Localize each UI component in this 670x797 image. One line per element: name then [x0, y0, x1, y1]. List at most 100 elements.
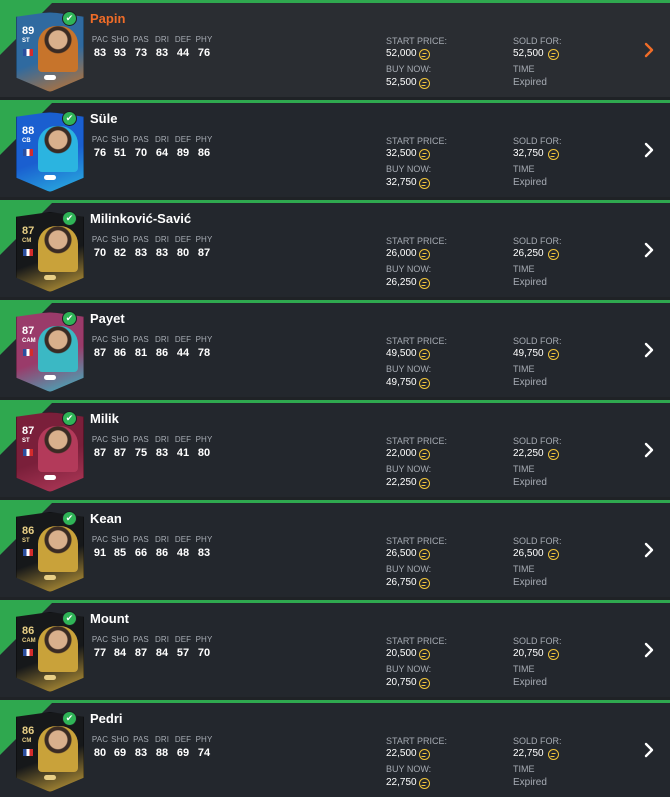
nation-flag-icon	[23, 549, 33, 556]
stat-dri: DRI 83	[152, 35, 172, 59]
stat-phy: PHY 78	[194, 335, 214, 359]
stat-pac: PAC 76	[90, 135, 110, 159]
chemistry-boot-icon	[44, 175, 56, 180]
buy-now-label: BUY NOW:	[386, 264, 432, 274]
stat-sho: SHO 69	[110, 735, 130, 759]
player-name[interactable]: Payet	[90, 311, 125, 326]
start-price-value: 52,000	[386, 48, 417, 59]
transfer-item[interactable]: 86 CM ✔ Pedri PAC 80 SHO 69 PAS 83 DRI 88 DEF 69 PHY 74…	[0, 700, 670, 797]
stat-dri: DRI 86	[152, 535, 172, 559]
stat-value: 86	[155, 347, 169, 359]
start-price-label: START PRICE:	[386, 536, 448, 546]
stat-phy: PHY 86	[194, 135, 214, 159]
card-rating: 87	[22, 225, 35, 237]
stat-pas: PAS 73	[131, 35, 151, 59]
stat-pac: PAC 70	[90, 235, 110, 259]
check-icon: ✔	[62, 611, 77, 626]
sold-for-label: SOLD FOR:	[513, 636, 562, 646]
stat-value: 44	[176, 347, 190, 359]
coin-icon	[548, 49, 559, 60]
stat-sho: SHO 84	[110, 635, 130, 659]
stat-sho: SHO 82	[110, 235, 130, 259]
chevron-right-icon[interactable]	[643, 41, 655, 59]
check-icon: ✔	[62, 511, 77, 526]
stat-value: 87	[134, 647, 148, 659]
coin-icon	[419, 278, 430, 289]
player-name[interactable]: Milik	[90, 411, 119, 426]
sold-for-value: 26,500	[513, 548, 544, 559]
player-name[interactable]: Milinković-Savić	[90, 211, 191, 226]
stat-def: DEF 41	[173, 435, 193, 459]
sold-for-value: 49,750	[513, 348, 544, 359]
sold-for-label: SOLD FOR:	[513, 536, 562, 546]
stat-label: PAS	[133, 35, 149, 44]
stat-value: 70	[197, 647, 211, 659]
chevron-right-icon[interactable]	[643, 141, 655, 159]
stat-label: PAC	[91, 535, 109, 544]
check-icon: ✔	[62, 311, 77, 326]
chevron-right-icon[interactable]	[643, 341, 655, 359]
time-value: Expired	[513, 477, 547, 488]
transfer-item[interactable]: 87 ST ✔ Milik PAC 87 SHO 87 PAS 75 DRI 83 DEF 41 PHY 80…	[0, 400, 670, 497]
stat-def: DEF 89	[173, 135, 193, 159]
player-name[interactable]: Papin	[90, 11, 125, 26]
chevron-right-icon[interactable]	[643, 741, 655, 759]
nation-flag-icon	[23, 49, 33, 56]
coin-icon	[419, 49, 430, 60]
stat-value: 76	[93, 147, 107, 159]
stat-value: 77	[93, 647, 107, 659]
coin-icon	[548, 249, 559, 260]
sold-for-label: SOLD FOR:	[513, 336, 562, 346]
chemistry-boot-icon	[44, 375, 56, 380]
stat-label: PHY	[195, 235, 213, 244]
player-name[interactable]: Pedri	[90, 711, 123, 726]
chevron-right-icon[interactable]	[643, 241, 655, 259]
stat-label: SHO	[111, 35, 129, 44]
player-portrait	[38, 26, 78, 72]
card-position: ST	[22, 538, 30, 544]
stat-value: 84	[155, 647, 169, 659]
stat-label: PHY	[195, 735, 213, 744]
stat-sho: SHO 51	[110, 135, 130, 159]
transfer-item[interactable]: 88 CB ✔ Süle PAC 76 SHO 51 PAS 70 DRI 64 DEF 89 PHY 86 S…	[0, 100, 670, 197]
buy-now-value: 22,250	[386, 477, 417, 488]
stat-label: DEF	[174, 535, 192, 544]
stat-pac: PAC 87	[90, 435, 110, 459]
stat-value: 83	[134, 747, 148, 759]
chevron-right-icon[interactable]	[643, 441, 655, 459]
player-name[interactable]: Süle	[90, 111, 117, 126]
player-name[interactable]: Kean	[90, 511, 122, 526]
start-price-label: START PRICE:	[386, 636, 448, 646]
player-name[interactable]: Mount	[90, 611, 129, 626]
nation-flag-icon	[23, 349, 33, 356]
stat-value: 74	[197, 747, 211, 759]
coin-icon	[548, 549, 559, 560]
transfer-item[interactable]: 86 CAM ✔ Mount PAC 77 SHO 84 PAS 87 DRI 84 DEF 57 PHY 7…	[0, 600, 670, 697]
stat-def: DEF 80	[173, 235, 193, 259]
stat-dri: DRI 83	[152, 435, 172, 459]
stat-phy: PHY 83	[194, 535, 214, 559]
stat-value: 75	[134, 447, 148, 459]
chemistry-boot-icon	[44, 775, 56, 780]
coin-icon	[548, 349, 559, 360]
stat-value: 41	[176, 447, 190, 459]
time-value: Expired	[513, 577, 547, 588]
stat-label: PAC	[91, 635, 109, 644]
stat-value: 78	[197, 347, 211, 359]
stat-label: PHY	[195, 335, 213, 344]
transfer-item[interactable]: 87 CAM ✔ Payet PAC 87 SHO 86 PAS 81 DRI 86 DEF 44 PHY 7…	[0, 300, 670, 397]
sold-for-value: 20,750	[513, 648, 544, 659]
chevron-right-icon[interactable]	[643, 641, 655, 659]
chevron-right-icon[interactable]	[643, 541, 655, 559]
card-rating: 87	[22, 325, 35, 337]
time-value: Expired	[513, 377, 547, 388]
buy-now-value: 49,750	[386, 377, 417, 388]
check-icon: ✔	[62, 711, 77, 726]
transfer-item[interactable]: 87 CM ✔ Milinković-Savić PAC 70 SHO 82 PAS 83 DRI 8…	[0, 200, 670, 297]
stat-pas: PAS 70	[131, 135, 151, 159]
transfer-item[interactable]: 89 ST ✔ Papin PAC 83 SHO 93 PAS 73 DRI 83 DEF 44 PHY 76…	[0, 0, 670, 97]
stat-value: 64	[155, 147, 169, 159]
stat-value: 57	[176, 647, 190, 659]
coin-icon	[419, 649, 430, 660]
transfer-item[interactable]: 86 ST ✔ Kean PAC 91 SHO 85 PAS 66 DRI 86 DEF 48 PHY 83 S…	[0, 500, 670, 597]
